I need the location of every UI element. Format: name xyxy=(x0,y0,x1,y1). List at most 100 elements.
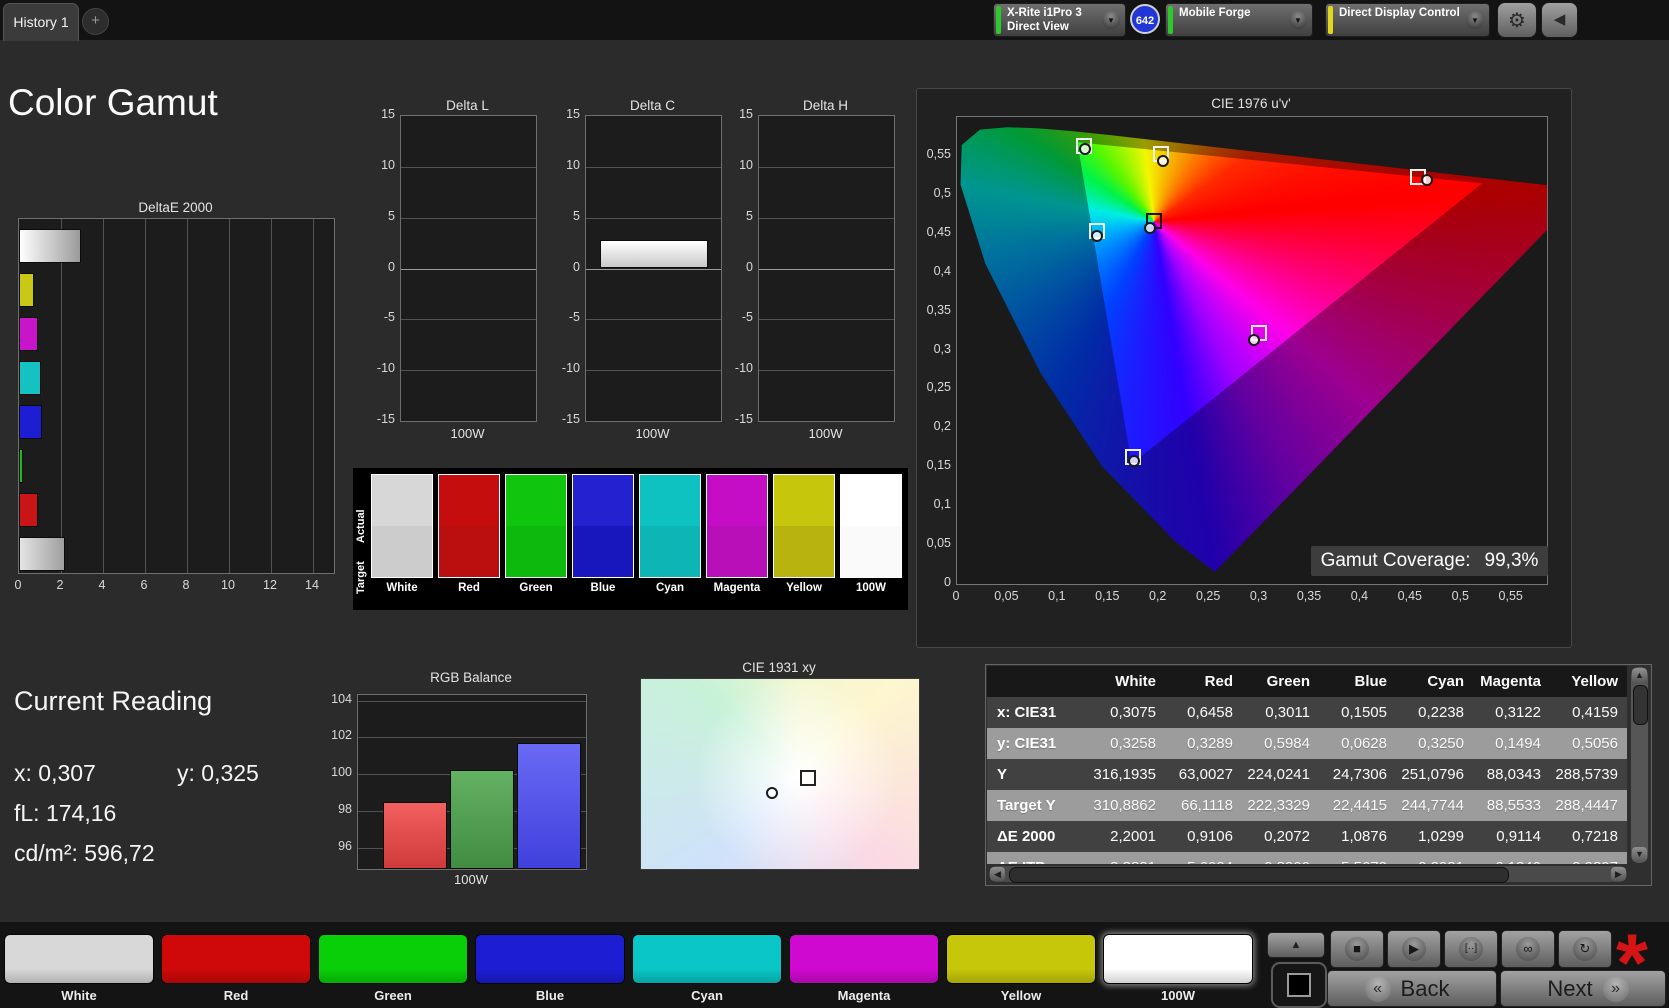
scroll-down-icon[interactable]: ▼ xyxy=(1632,847,1647,862)
next-button[interactable]: Next » xyxy=(1500,970,1666,1007)
pattern-button-cyan[interactable] xyxy=(632,934,782,984)
table-vertical-scrollbar[interactable]: ▲ ▼ xyxy=(1631,667,1648,863)
meter-status-stripe xyxy=(996,6,1001,34)
table-cell: 224,0241 xyxy=(1247,766,1310,783)
gamut-coverage-value: 99,3% xyxy=(1484,550,1539,571)
back-chevron-icon: « xyxy=(1364,975,1391,1002)
table-cell: 22,4415 xyxy=(1332,797,1387,814)
table-cell: 63,0027 xyxy=(1178,766,1233,783)
display-control-dropdown[interactable]: Direct Display Control ▼ xyxy=(1325,3,1490,37)
table-cell: 1,0299 xyxy=(1418,828,1464,845)
table-horizontal-scrollbar[interactable]: ◀ ▶ xyxy=(989,866,1627,883)
row-label: x: CIE31 xyxy=(997,704,1057,721)
x-tick-label: 4 xyxy=(98,578,106,592)
patch-compare-strip: Actual Target White Red Green Blue Cyan Magen… xyxy=(353,468,908,610)
delta-chart-plot xyxy=(400,115,537,422)
source-status-stripe xyxy=(1168,6,1173,34)
rgb-bar-red xyxy=(383,801,447,869)
gridline xyxy=(145,219,146,573)
marker-actual-cyan xyxy=(1090,230,1103,243)
row-label: Y xyxy=(997,766,1008,783)
table-cell: 0,9114 xyxy=(1496,828,1541,845)
table-cell: 2,2001 xyxy=(1110,828,1156,845)
stop-button[interactable]: ■ xyxy=(1330,930,1384,968)
patch-label: Green xyxy=(519,582,553,594)
rgb-y-tick: 102 xyxy=(331,728,352,743)
y-tick-label: 0 xyxy=(746,259,753,274)
target-row-label: Target xyxy=(355,561,367,595)
next-label: Next xyxy=(1547,975,1593,1001)
stop-icon: ■ xyxy=(1345,937,1369,961)
pattern-button-red[interactable] xyxy=(161,934,311,984)
display-status-stripe xyxy=(1328,6,1333,34)
delta-chart-title: Delta H xyxy=(802,98,848,113)
cie-x-tick: 0,1 xyxy=(1048,589,1066,603)
table-cell: 0,5984 xyxy=(1264,735,1310,752)
back-button[interactable]: « Back xyxy=(1327,970,1497,1007)
deltae-bar-blue xyxy=(19,405,42,439)
add-tab-button[interactable]: + xyxy=(82,8,109,35)
meter-dropdown[interactable]: X-Rite i1Pro 3 Direct View ▼ xyxy=(993,3,1126,37)
pattern-window-up-button[interactable]: ▲ xyxy=(1267,932,1325,958)
scroll-left-icon[interactable]: ◀ xyxy=(990,867,1005,881)
x-tick-label: 0 xyxy=(14,578,22,592)
pattern-button-yellow[interactable] xyxy=(946,934,1096,984)
scroll-right-icon[interactable]: ▶ xyxy=(1611,867,1626,881)
gridline xyxy=(271,219,272,573)
cie-x-tick: 0,05 xyxy=(994,589,1019,603)
delta-chart-title: Delta C xyxy=(629,98,675,113)
cie1931-actual-marker xyxy=(765,787,778,799)
pattern-window-icon xyxy=(1287,973,1311,997)
pattern-button-blue[interactable] xyxy=(475,934,625,984)
refresh-icon: ↻ xyxy=(1573,937,1597,961)
vscroll-thumb[interactable] xyxy=(1633,685,1648,725)
table-cell: 0,9106 xyxy=(1187,828,1233,845)
cie1931-target-marker xyxy=(799,769,816,786)
patch-target xyxy=(506,526,566,577)
table-cell: 5,5672 xyxy=(1318,852,1395,864)
patch-actual xyxy=(439,475,499,526)
table-cell: 3,3821 xyxy=(1087,852,1164,864)
patch-swatch-100w xyxy=(840,474,902,578)
cie-y-tick: 0,25 xyxy=(926,380,951,395)
back-label: Back xyxy=(1400,975,1450,1001)
pattern-button-magenta[interactable] xyxy=(789,934,939,984)
table-cell: 288,5739 xyxy=(1555,766,1618,783)
rgb-y-tick: 104 xyxy=(331,691,352,706)
app-window: History 1 + X-Rite i1Pro 3 Direct View ▼… xyxy=(0,0,1669,1008)
gear-icon: ⚙ xyxy=(1508,8,1526,32)
table-cell: 24,7306 xyxy=(1332,766,1387,783)
reading-y: y: 0,325 xyxy=(177,760,259,786)
loop-button[interactable]: ∞ xyxy=(1501,930,1555,968)
scroll-up-icon[interactable]: ▲ xyxy=(1632,668,1647,683)
row-label: y: CIE31 xyxy=(997,735,1057,752)
reading-x: x: 0,307 xyxy=(14,760,96,786)
patch-actual xyxy=(707,475,767,526)
refresh-button[interactable]: ↻ xyxy=(1558,930,1612,968)
gridline xyxy=(401,217,536,219)
source-dropdown[interactable]: Mobile Forge ▼ xyxy=(1165,3,1313,37)
gridline xyxy=(759,370,894,372)
range-button[interactable]: [··] xyxy=(1444,930,1498,968)
collapse-panel-button[interactable]: ◀ xyxy=(1541,2,1578,38)
play-button[interactable]: ▶ xyxy=(1387,930,1441,968)
pattern-button-white[interactable] xyxy=(4,934,154,984)
x-tick-label: 14 xyxy=(305,578,319,592)
table-cell: 1,0876 xyxy=(1341,828,1387,845)
pattern-bar: White Red Green Blue Cyan Magenta Yellow 100W ▲… xyxy=(0,918,1669,1008)
tab-history-1[interactable]: History 1 xyxy=(3,3,79,41)
pattern-button-green[interactable] xyxy=(318,934,468,984)
pattern-window-button[interactable] xyxy=(1271,962,1327,1008)
cie-x-tick: 0,15 xyxy=(1095,589,1120,603)
table-cell: 244,7744 xyxy=(1401,797,1464,814)
patch-actual xyxy=(573,475,633,526)
delta-chart-2: Delta H 15 10 5 0 -5 -10 -15 100W xyxy=(723,98,895,455)
patch-swatch-blue xyxy=(572,474,634,578)
rgb-y-tick: 100 xyxy=(331,765,352,780)
cie-y-tick: 0,1 xyxy=(933,497,951,512)
settings-button[interactable]: ⚙ xyxy=(1497,2,1537,38)
hscroll-thumb[interactable] xyxy=(1009,867,1509,883)
y-tick-label: -10 xyxy=(561,361,580,376)
pattern-button-100w[interactable] xyxy=(1103,934,1253,984)
gridline xyxy=(358,737,586,739)
